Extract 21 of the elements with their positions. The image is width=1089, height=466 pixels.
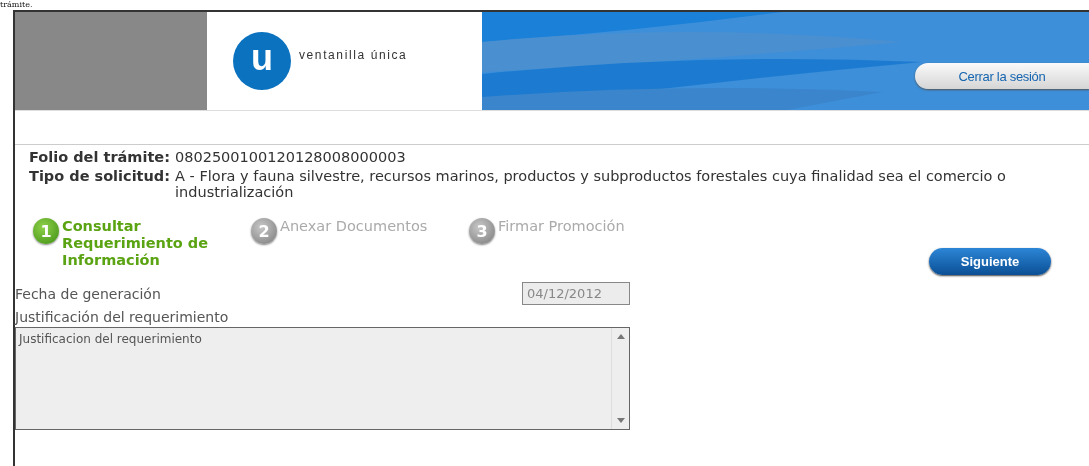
detail-label: Folio del trámite: (29, 149, 170, 165)
detail-value: 0802500100120128008000003 (175, 149, 406, 165)
logout-button[interactable]: Cerrar la sesión (915, 63, 1089, 89)
scroll-down-icon[interactable] (616, 418, 625, 423)
logo-circle: u (233, 32, 291, 90)
step-number: 3 (469, 218, 495, 244)
date-field[interactable]: 04/12/2012 (522, 282, 630, 305)
step-number: 2 (251, 218, 277, 244)
detail-label: Tipo de solicitud: (29, 168, 171, 186)
step-label: Firmar Promoción (498, 218, 625, 235)
step-number: 1 (33, 218, 59, 244)
field-label: Fecha de generación (15, 284, 161, 304)
logo-text: ventanilla única (299, 48, 408, 62)
step-label: Consultar Requerimiento de Información (62, 218, 210, 269)
detail-value: A - Flora y fauna silvestre, recursos marinos, productos y subproductos forestales cuya finalidad sea el comercio o industrialización (175, 168, 1007, 200)
step-label: Anexar Documentos (280, 218, 428, 235)
justification-field[interactable]: Justificacion del requerimiento (15, 327, 630, 430)
cut-off-text: trámite. (0, 0, 33, 10)
next-button[interactable]: Siguiente (929, 248, 1051, 275)
scroll-up-icon[interactable] (616, 334, 625, 339)
field-label: Justificación del requerimiento (15, 308, 230, 327)
